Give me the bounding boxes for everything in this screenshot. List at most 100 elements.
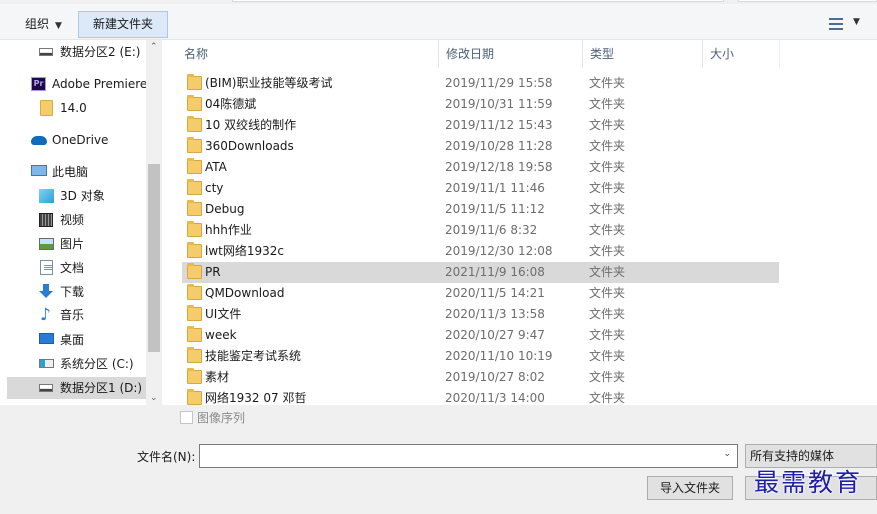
download-icon [38, 284, 54, 300]
nav-item-label: 音乐 [60, 308, 85, 322]
folder-icon [187, 221, 202, 237]
drive-icon [39, 384, 53, 392]
file-modified-date: 2021/11/9 16:08 [445, 265, 545, 279]
chevron-up-icon[interactable]: ⌃ [150, 42, 158, 52]
nav-item-drive-d[interactable]: 数据分区1 (D:) [7, 377, 146, 399]
folder-icon [187, 137, 202, 153]
file-modified-date: 2020/10/27 9:47 [445, 328, 545, 342]
file-modified-date: 2020/11/5 14:21 [445, 286, 545, 300]
file-name: week [205, 328, 237, 342]
table-row[interactable]: (BIM)职业技能等级考试 2019/11/29 15:58 文件夹 [182, 73, 779, 94]
column-header-type[interactable]: 类型 [583, 40, 703, 68]
folder-icon [187, 179, 202, 195]
chevron-down-icon[interactable]: ⌄ [150, 393, 158, 403]
table-row[interactable]: 技能鉴定考试系统 2020/11/10 10:19 文件夹 [182, 346, 779, 367]
nav-item-drive-e[interactable]: 数据分区2 (E:) [0, 41, 146, 63]
file-name: 360Downloads [205, 139, 294, 153]
folder-icon [187, 326, 202, 342]
nav-item-videos[interactable]: 视频 [0, 209, 146, 231]
file-type: 文件夹 [589, 223, 626, 237]
nav-item-pictures[interactable]: 图片 [0, 233, 146, 255]
pc-icon [31, 165, 47, 176]
drive-icon [39, 48, 53, 56]
file-type: 文件夹 [589, 76, 626, 90]
table-row[interactable]: UI文件 2020/11/3 13:58 文件夹 [182, 304, 779, 325]
nav-item-desktop[interactable]: 桌面 [0, 329, 146, 351]
column-header-name[interactable]: 名称 [177, 40, 439, 68]
file-modified-date: 2020/11/3 13:58 [445, 307, 545, 321]
file-name: cty [205, 181, 224, 195]
column-header-size[interactable]: 大小 [703, 40, 780, 68]
file-name: 网络1932 07 邓哲 [205, 391, 307, 405]
filename-field[interactable]: ⌄ [199, 444, 738, 468]
nav-item-3d-objects[interactable]: 3D 对象 [0, 185, 146, 207]
file-name: QMDownload [205, 286, 285, 300]
file-type: 文件夹 [589, 286, 626, 300]
nav-item-documents[interactable]: 文档 [0, 257, 146, 279]
table-row[interactable]: PR 2021/11/9 16:08 文件夹 [182, 262, 779, 283]
new-folder-button[interactable]: 新建文件夹 [78, 11, 168, 38]
nav-item-drive-c[interactable]: 系统分区 (C:) [0, 353, 146, 375]
table-row[interactable]: 360Downloads 2019/10/28 11:28 文件夹 [182, 136, 779, 157]
nav-item-label: Adobe Premiere [52, 77, 148, 91]
nav-scrollbar-thumb[interactable] [148, 164, 160, 352]
folder-icon [187, 74, 202, 90]
file-name: UI文件 [205, 307, 242, 321]
nav-item-label: 文档 [60, 261, 85, 275]
file-modified-date: 2019/11/6 8:32 [445, 223, 538, 237]
chevron-down-icon: ▼ [55, 21, 62, 31]
table-row[interactable]: lwt网络1932c 2019/12/30 12:08 文件夹 [182, 241, 779, 262]
file-type: 文件夹 [589, 370, 626, 384]
image-sequence-checkbox[interactable] [180, 411, 193, 424]
address-bar[interactable] [232, 0, 724, 2]
table-row[interactable]: QMDownload 2020/11/5 14:21 文件夹 [182, 283, 779, 304]
nav-item-label: 下载 [60, 285, 85, 299]
view-options-icon[interactable] [829, 18, 843, 30]
import-folder-button[interactable]: 导入文件夹 [647, 476, 733, 500]
table-row[interactable]: 10 双绞线的制作 2019/11/12 15:43 文件夹 [182, 115, 779, 136]
search-box[interactable] [738, 0, 877, 2]
nav-item-label: 桌面 [60, 333, 85, 347]
nav-item-music[interactable]: 音乐 [0, 304, 146, 326]
organize-button[interactable]: 组织 ▼ [12, 11, 75, 38]
column-header-date[interactable]: 修改日期 [439, 40, 583, 68]
system-drive-icon [39, 359, 54, 368]
file-name: 04陈德斌 [205, 97, 257, 111]
chevron-down-icon[interactable]: ⌄ [723, 449, 731, 459]
table-row[interactable]: 04陈德斌 2019/10/31 11:59 文件夹 [182, 94, 779, 115]
nav-item-adobe-premiere[interactable]: Pr Adobe Premiere [0, 73, 148, 95]
file-name: 10 双绞线的制作 [205, 118, 297, 132]
nav-item-this-pc[interactable]: 此电脑 [0, 161, 146, 183]
file-modified-date: 2019/12/30 12:08 [445, 244, 553, 258]
table-row[interactable]: Debug 2019/11/5 11:12 文件夹 [182, 199, 779, 220]
nav-item-label: 14.0 [60, 101, 87, 115]
table-row[interactable]: week 2020/10/27 9:47 文件夹 [182, 325, 779, 346]
table-row[interactable]: 网络1932 07 邓哲 2020/11/3 14:00 文件夹 [182, 388, 779, 405]
file-modified-date: 2019/10/27 8:02 [445, 370, 545, 384]
file-name: 技能鉴定考试系统 [205, 349, 302, 363]
nav-item-downloads[interactable]: 下载 [0, 281, 146, 303]
table-row[interactable]: cty 2019/11/1 11:46 文件夹 [182, 178, 779, 199]
nav-item-folder-14[interactable]: 14.0 [0, 97, 146, 119]
toolbar: 组织 ▼ 新建文件夹 ▼ [0, 4, 877, 40]
file-modified-date: 2019/12/18 19:58 [445, 160, 553, 174]
music-icon [39, 304, 53, 326]
nav-item-onedrive[interactable]: OneDrive [0, 129, 146, 151]
file-modified-date: 2019/11/5 11:12 [445, 202, 545, 216]
nav-item-label: 此电脑 [52, 165, 89, 179]
video-icon [39, 213, 53, 227]
chevron-down-icon[interactable]: ▼ [853, 17, 860, 27]
table-row[interactable]: ATA 2019/12/18 19:58 文件夹 [182, 157, 779, 178]
filename-input[interactable] [203, 447, 713, 465]
documents-icon [40, 260, 53, 275]
file-modified-date: 2019/11/29 15:58 [445, 76, 553, 90]
table-row[interactable]: 素材 2019/10/27 8:02 文件夹 [182, 367, 779, 388]
desktop-icon [39, 333, 54, 344]
table-row[interactable]: hhh作业 2019/11/6 8:32 文件夹 [182, 220, 779, 241]
folder-icon [187, 284, 202, 300]
folder-icon [187, 95, 202, 111]
file-name: (BIM)职业技能等级考试 [205, 76, 333, 90]
file-type: 文件夹 [589, 139, 626, 153]
file-name: 素材 [205, 370, 230, 384]
nav-scrollbar[interactable]: ⌃ ⌄ [146, 40, 162, 405]
